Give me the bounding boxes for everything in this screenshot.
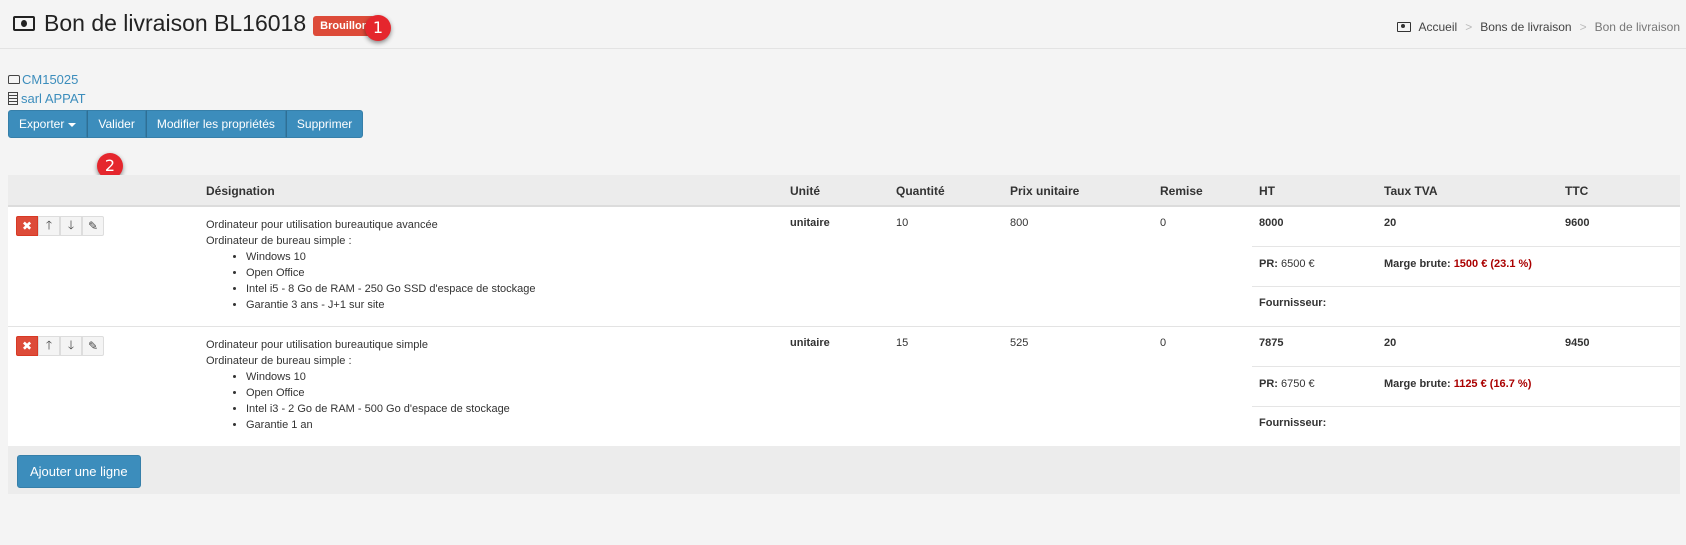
export-button[interactable]: Exporter [8,110,88,138]
line-subtitle: Ordinateur de bureau simple : [206,235,352,247]
col-discount: Remise [1160,184,1203,198]
table-row: ✖ 🡑 🡓 ✎ Ordinateur pour utilisation bure… [8,327,1680,447]
line-discount: 0 [1160,337,1167,349]
edit-properties-button[interactable]: Modifier les propriétés [145,110,286,138]
add-line-button[interactable]: Ajouter une ligne [17,455,141,488]
col-ht: HT [1259,184,1275,198]
line-cost-price: PR: 6750 € [1259,378,1315,390]
table-row: ✖ 🡑 🡓 ✎ Ordinateur pour utilisation bure… [8,207,1680,327]
delete-button[interactable]: Supprimer [285,110,364,138]
edit-icon[interactable]: ✎ [82,216,104,236]
list-item: Intel i5 - 8 Go de RAM - 250 Go SSD d'es… [246,281,535,297]
action-toolbar: Exporter Valider Modifier les propriétés… [8,110,364,138]
arrow-down-icon[interactable]: 🡓 [60,336,82,356]
breadcrumb-home[interactable]: Accueil [1419,20,1458,34]
breadcrumb: Accueil > Bons de livraison > Bon de liv… [1396,20,1680,34]
lines-table: Désignation Unité Quantité Prix unitaire… [8,175,1680,494]
delete-line-icon[interactable]: ✖ [16,216,38,236]
table-footer: Ajouter une ligne [8,446,1680,494]
line-discount: 0 [1160,217,1167,229]
related-links: CM15025 sarl APPAT [8,70,86,108]
list-item: Intel i3 - 2 Go de RAM - 500 Go d'espace… [246,401,510,417]
line-title: Ordinateur pour utilisation bureautique … [206,219,438,231]
money-icon [13,16,35,31]
order-link[interactable]: CM15025 [22,72,78,87]
col-unit: Unité [790,184,820,198]
line-gross-margin: Marge brute: 1125 € (16.7 %) [1384,378,1532,390]
list-item: Windows 10 [246,249,535,265]
annotation-marker-1: 1 [365,15,391,41]
col-vat-rate: Taux TVA [1384,184,1438,198]
list-item: Open Office [246,265,535,281]
line-ht: 8000 [1259,217,1284,229]
list-item: Garantie 1 an [246,417,510,433]
line-unit: unitaire [790,217,830,229]
breadcrumb-delivery-notes[interactable]: Bons de livraison [1480,20,1571,34]
line-unit: unitaire [790,337,830,349]
line-ttc: 9450 [1565,337,1590,349]
line-description: Ordinateur pour utilisation bureautique … [206,217,535,313]
line-vat: 20 [1384,337,1397,349]
line-ttc: 9600 [1565,217,1590,229]
money-icon [1396,22,1411,32]
table-header: Désignation Unité Quantité Prix unitaire… [8,175,1680,207]
validate-button[interactable]: Valider [87,110,146,138]
arrow-down-icon[interactable]: 🡓 [60,216,82,236]
col-designation: Désignation [206,184,275,198]
line-title: Ordinateur pour utilisation bureautique … [206,339,428,351]
line-supplier: Fournisseur: [1259,297,1327,309]
arrow-up-icon[interactable]: 🡑 [38,336,60,356]
edit-icon[interactable]: ✎ [82,336,104,356]
col-quantity: Quantité [896,184,945,198]
building-icon [8,92,18,105]
list-item: Open Office [246,385,510,401]
line-unit-price: 525 [1010,337,1029,349]
line-supplier: Fournisseur: [1259,417,1327,429]
list-item: Garantie 3 ans - J+1 sur site [246,297,535,313]
line-vat: 20 [1384,217,1397,229]
feature-list: Windows 10 Open Office Intel i5 - 8 Go d… [246,249,535,313]
line-quantity: 15 [896,337,909,349]
delete-line-icon[interactable]: ✖ [16,336,38,356]
arrow-up-icon[interactable]: 🡑 [38,216,60,236]
col-unit-price: Prix unitaire [1010,184,1080,198]
breadcrumb-current: Bon de livraison [1594,20,1680,34]
list-item: Windows 10 [246,369,510,385]
page-title: Bon de livraison BL16018 [44,10,307,36]
col-ttc: TTC [1565,184,1589,198]
company-link[interactable]: sarl APPAT [21,91,86,106]
feature-list: Windows 10 Open Office Intel i3 - 2 Go d… [246,369,510,433]
line-subtitle: Ordinateur de bureau simple : [206,355,352,367]
caret-down-icon [68,122,77,127]
line-quantity: 10 [896,217,909,229]
inbox-icon [8,75,20,84]
page-header: Bon de livraison BL16018 Brouillon 1 Acc… [0,0,1686,49]
line-ht: 7875 [1259,337,1284,349]
line-gross-margin: Marge brute: 1500 € (23.1 %) [1384,258,1532,270]
line-cost-price: PR: 6500 € [1259,258,1315,270]
line-description: Ordinateur pour utilisation bureautique … [206,337,510,433]
line-unit-price: 800 [1010,217,1029,229]
